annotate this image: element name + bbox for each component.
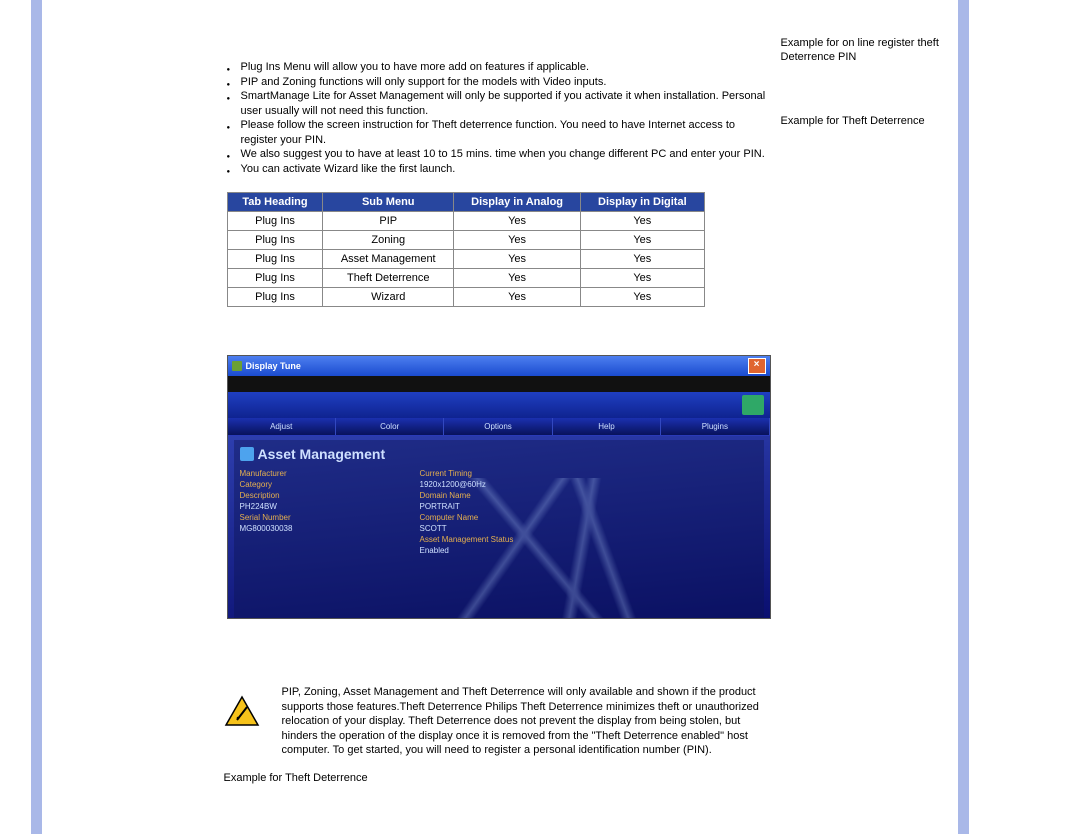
window-title-text: Display Tune — [246, 361, 301, 371]
td: Yes — [454, 231, 581, 250]
td: Theft Deterrence — [323, 269, 454, 288]
td: Wizard — [323, 288, 454, 307]
theft-deterrence-note: PIP, Zoning, Asset Management and Theft … — [224, 685, 771, 758]
td: Plug Ins — [227, 231, 323, 250]
th-tab-heading: Tab Heading — [227, 193, 323, 212]
panel-background-abstract — [394, 478, 754, 618]
td: Yes — [581, 288, 704, 307]
warning-text: PIP, Zoning, Asset Management and Theft … — [282, 685, 771, 758]
field-label: Manufacturer — [240, 468, 420, 479]
main-content: Plug Ins Menu will allow you to have mor… — [42, 0, 781, 834]
td: Plug Ins — [227, 269, 323, 288]
td: Yes — [581, 212, 704, 231]
th-display-digital: Display in Digital — [581, 193, 704, 212]
td: Yes — [454, 212, 581, 231]
black-bar — [228, 376, 770, 392]
list-item: We also suggest you to have at least 10 … — [227, 147, 771, 162]
th-display-analog: Display in Analog — [454, 193, 581, 212]
sidebar-text-line2: Deterrence PIN — [781, 50, 959, 64]
close-button[interactable]: × — [748, 358, 766, 374]
tab-bar: Adjust Color Options Help Plugins — [228, 418, 770, 436]
asset-panel: Asset Management Manufacturer Category D… — [234, 440, 764, 619]
tab-adjust[interactable]: Adjust — [228, 418, 336, 435]
panel-heading-text: Asset Management — [258, 446, 386, 462]
list-item: SmartManage Lite for Asset Management wi… — [227, 89, 771, 118]
td: Plug Ins — [227, 212, 323, 231]
list-item: You can activate Wizard like the first l… — [227, 162, 771, 177]
feature-notes-list: Plug Ins Menu will allow you to have mor… — [227, 60, 771, 176]
field-label: Description — [240, 490, 420, 501]
table-row: Plug Ins PIP Yes Yes — [227, 212, 704, 231]
table-header-row: Tab Heading Sub Menu Display in Analog D… — [227, 193, 704, 212]
sidebar-text-line3: Example for Theft Deterrence — [781, 114, 959, 128]
right-stripe — [958, 0, 968, 834]
tab-color[interactable]: Color — [336, 418, 444, 435]
right-sidebar: Example for on line register theft Deter… — [781, 0, 959, 834]
tab-plugins[interactable]: Plugins — [661, 418, 769, 435]
td: Plug Ins — [227, 250, 323, 269]
left-stripe — [31, 0, 41, 834]
panel-heading: Asset Management — [240, 446, 758, 462]
field-value: PH224BW — [240, 501, 420, 512]
td: Yes — [581, 269, 704, 288]
field-label: Category — [240, 479, 420, 490]
list-item: Plug Ins Menu will allow you to have mor… — [227, 60, 771, 75]
td: Asset Management — [323, 250, 454, 269]
list-item: PIP and Zoning functions will only suppo… — [227, 75, 771, 90]
left-column: Manufacturer Category Description PH224B… — [240, 468, 420, 556]
table-row: Plug Ins Asset Management Yes Yes — [227, 250, 704, 269]
feature-table: Tab Heading Sub Menu Display in Analog D… — [227, 192, 705, 307]
presets-icon[interactable] — [742, 395, 764, 415]
td: Yes — [454, 269, 581, 288]
warning-triangle-icon — [224, 695, 260, 727]
page-container: Plug Ins Menu will allow you to have mor… — [0, 0, 1080, 834]
td: Yes — [581, 231, 704, 250]
sidebar-text-line1: Example for on line register theft — [781, 36, 959, 50]
asset-management-screenshot: Display Tune × Adjust Color Options Help… — [227, 355, 771, 619]
window-title: Display Tune — [232, 361, 301, 371]
table-row: Plug Ins Wizard Yes Yes — [227, 288, 704, 307]
tab-help[interactable]: Help — [553, 418, 661, 435]
td: Plug Ins — [227, 288, 323, 307]
td: PIP — [323, 212, 454, 231]
table-row: Plug Ins Theft Deterrence Yes Yes — [227, 269, 704, 288]
list-item: Please follow the screen instruction for… — [227, 118, 771, 147]
left-margin — [0, 0, 31, 834]
example-theft-deterrence-label: Example for Theft Deterrence — [224, 772, 771, 784]
app-icon — [232, 361, 242, 371]
th-sub-menu: Sub Menu — [323, 193, 454, 212]
td: Zoning — [323, 231, 454, 250]
td: Yes — [454, 288, 581, 307]
tab-options[interactable]: Options — [444, 418, 552, 435]
right-margin — [969, 0, 1080, 834]
asset-icon — [240, 447, 254, 461]
td: Yes — [454, 250, 581, 269]
field-label: Serial Number — [240, 512, 420, 523]
icon-bar — [228, 392, 770, 418]
table-row: Plug Ins Zoning Yes Yes — [227, 231, 704, 250]
window-titlebar: Display Tune × — [228, 356, 770, 376]
td: Yes — [581, 250, 704, 269]
field-value: MG800030038 — [240, 523, 420, 534]
